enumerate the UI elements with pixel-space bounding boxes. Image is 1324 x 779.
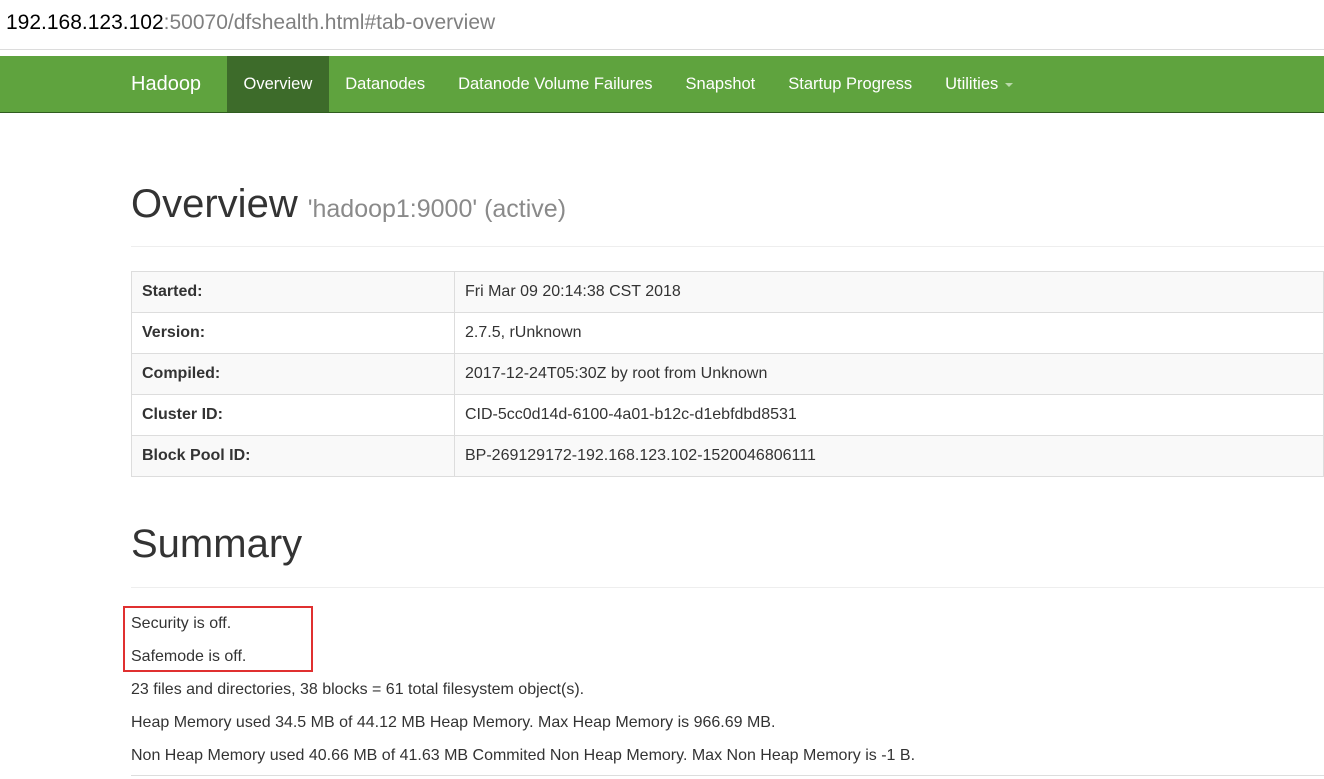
row-value: 2017-12-24T05:30Z by root from Unknown <box>454 353 1324 395</box>
overview-table: Started: Fri Mar 09 20:14:38 CST 2018 Ve… <box>131 271 1324 477</box>
row-value: 2.7.5, rUnknown <box>454 312 1324 354</box>
nav-item-startup-progress[interactable]: Startup Progress <box>772 56 929 112</box>
nav-item-utilities-label: Utilities <box>945 75 999 93</box>
row-key: Started: <box>131 271 455 313</box>
row-key: Compiled: <box>131 353 455 395</box>
row-value: CID-5cc0d14d-6100-4a01-b12c-d1ebfdbd8531 <box>454 394 1324 436</box>
table-row: Cluster ID: CID-5cc0d14d-6100-4a01-b12c-… <box>131 394 1324 436</box>
overview-subtitle: 'hadoop1:9000' (active) <box>307 195 567 223</box>
url-path: :50070/dfshealth.html#tab-overview <box>163 10 496 34</box>
nav-item-datanode-volume-failures[interactable]: Datanode Volume Failures <box>442 56 669 112</box>
summary-header: Summary <box>131 520 1324 588</box>
address-bar[interactable]: 192.168.123.102:50070/dfshealth.html#tab… <box>0 0 1324 50</box>
table-row: Block Pool ID: BP-269129172-192.168.123.… <box>131 435 1324 477</box>
overview-title: Overview <box>131 182 298 226</box>
navbar: Hadoop Overview Datanodes Datanode Volum… <box>0 56 1324 113</box>
table-row: Compiled: 2017-12-24T05:30Z by root from… <box>131 353 1324 395</box>
nav-item-overview[interactable]: Overview <box>227 56 329 112</box>
nav-menu: Overview Datanodes Datanode Volume Failu… <box>227 56 1030 112</box>
nav-item-snapshot[interactable]: Snapshot <box>669 56 772 112</box>
url-host: 192.168.123.102 <box>6 10 164 34</box>
table-row: Version: 2.7.5, rUnknown <box>131 312 1324 354</box>
heap-memory: Heap Memory used 34.5 MB of 44.12 MB Hea… <box>131 714 776 731</box>
overview-header: Overview 'hadoop1:9000' (active) <box>131 180 1324 247</box>
non-heap-memory: Non Heap Memory used 40.66 MB of 41.63 M… <box>131 747 916 764</box>
table-row: Started: Fri Mar 09 20:14:38 CST 2018 <box>131 271 1324 313</box>
row-key: Block Pool ID: <box>131 435 455 477</box>
row-key: Version: <box>131 312 455 354</box>
filesystem-objects: 23 files and directories, 38 blocks = 61… <box>131 681 585 698</box>
row-key: Cluster ID: <box>131 394 455 436</box>
nav-item-utilities[interactable]: Utilities <box>929 56 1030 112</box>
summary-title: Summary <box>131 522 303 566</box>
caret-down-icon <box>1005 82 1014 87</box>
highlight-box <box>123 606 313 672</box>
row-value: BP-269129172-192.168.123.102-15200468061… <box>454 435 1324 477</box>
nav-item-datanodes[interactable]: Datanodes <box>329 56 442 112</box>
row-value: Fri Mar 09 20:14:38 CST 2018 <box>454 271 1324 313</box>
divider <box>131 775 1324 776</box>
url-text[interactable]: 192.168.123.102:50070/dfshealth.html#tab… <box>6 11 495 35</box>
brand-link[interactable]: Hadoop <box>131 56 201 113</box>
page-title: Overview 'hadoop1:9000' (active) <box>131 180 1324 233</box>
